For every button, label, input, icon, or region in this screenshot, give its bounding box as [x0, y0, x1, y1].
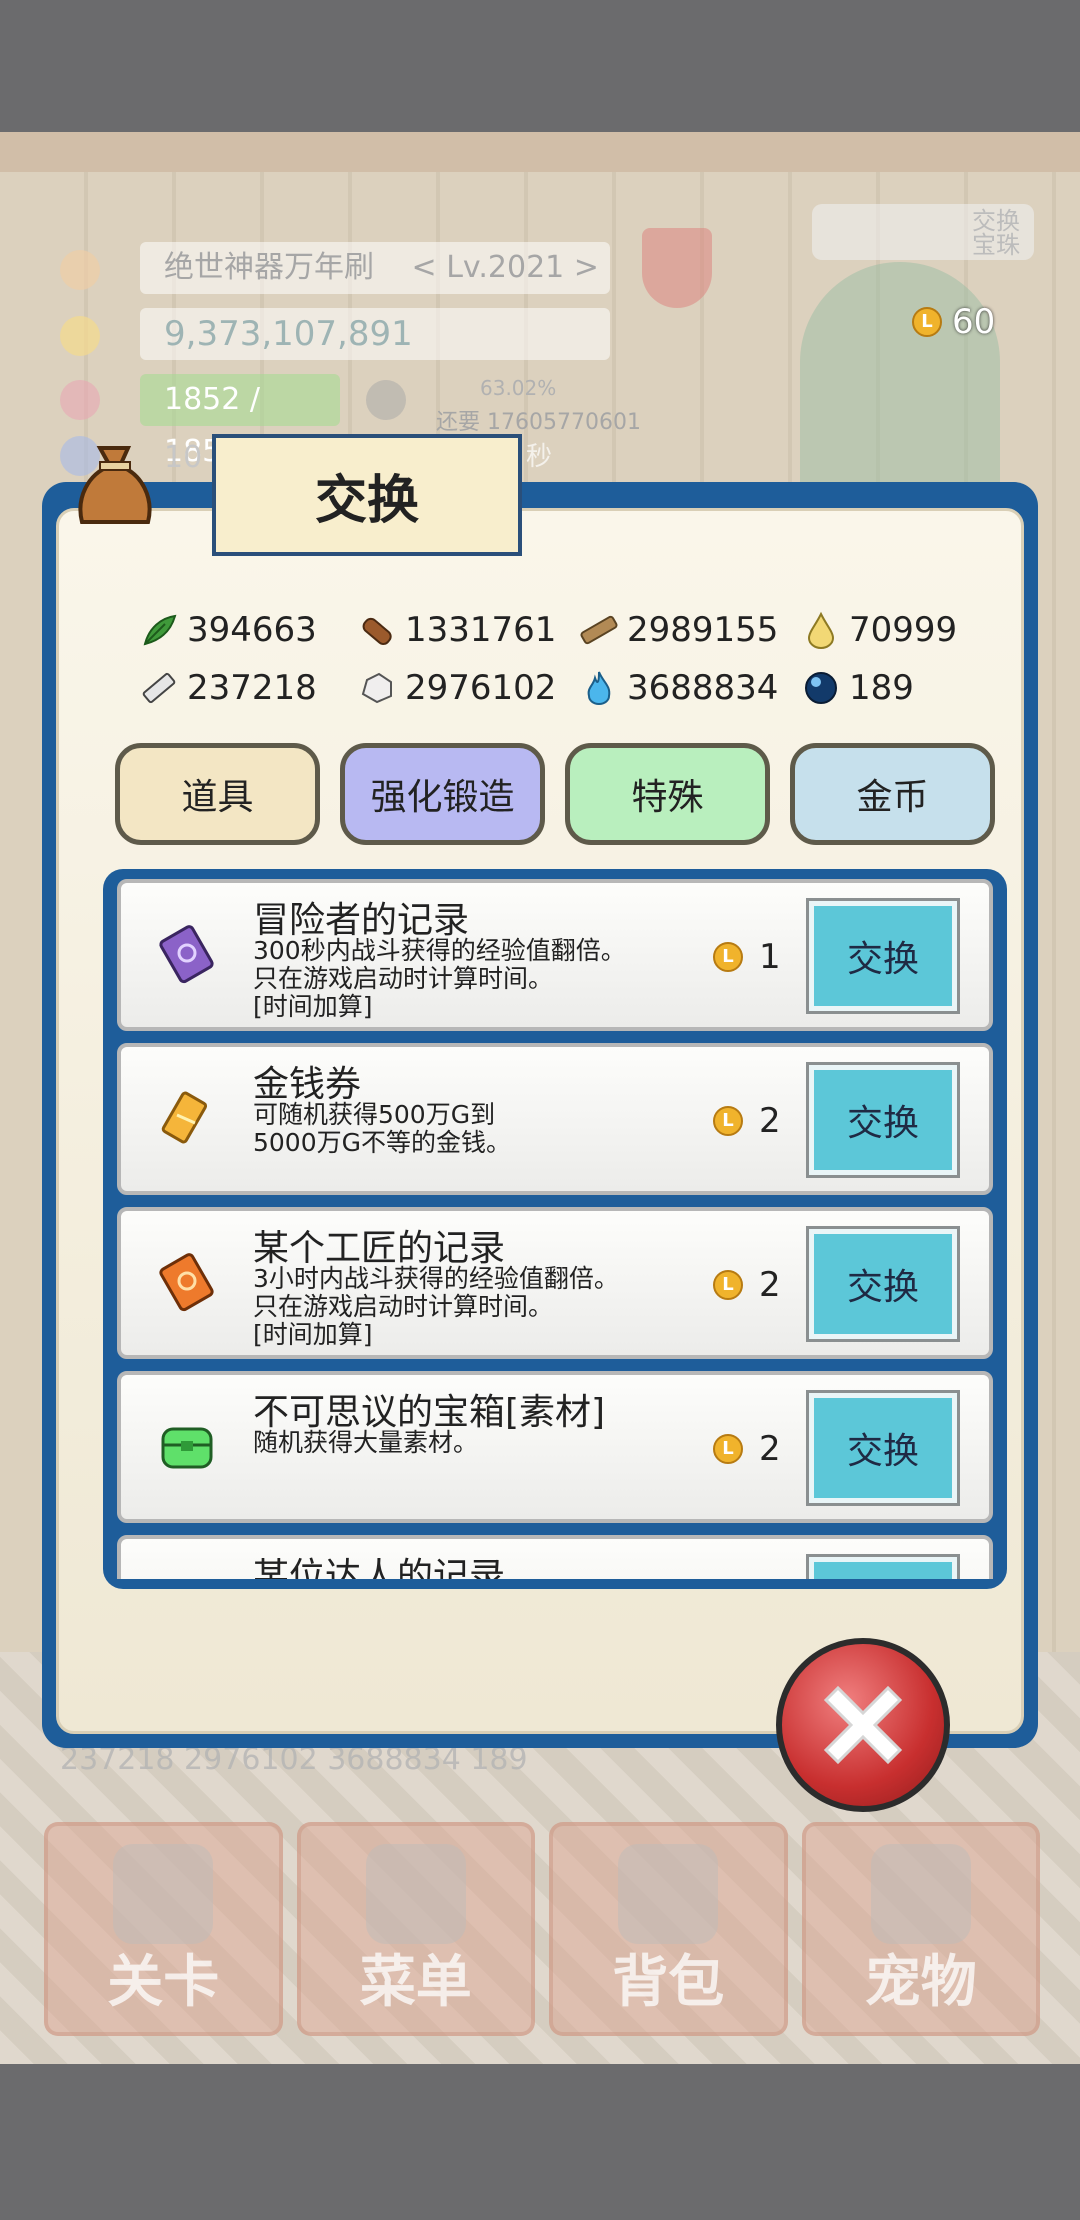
- price-value: 2: [759, 1101, 781, 1141]
- coin-icon: L: [713, 1106, 743, 1136]
- dialog-title: 交换: [212, 434, 522, 556]
- blue-flame-icon: [587, 671, 611, 705]
- tab-forge-label: 强化锻造: [370, 777, 515, 818]
- coin-icon: L: [912, 307, 942, 337]
- price-value: 1: [759, 937, 781, 977]
- orange-book-icon: [159, 1253, 214, 1312]
- coin-count: 60: [952, 302, 996, 342]
- list-item: 金钱券 可随机获得500万G到 5000万G不等的金钱。 L2 交换: [117, 1043, 993, 1195]
- list-item: 某位达人的记录: [117, 1535, 993, 1579]
- resource-value: 70999: [849, 610, 958, 650]
- item-price: L1: [713, 937, 781, 977]
- exchange-tabs: 道具 强化锻造 特殊 金币: [115, 743, 995, 845]
- resource-value: 1331761: [405, 610, 557, 650]
- tab-items[interactable]: 道具: [115, 743, 320, 845]
- exchange-button-label: 交换: [846, 1431, 919, 1472]
- item-description: 随机获得大量素材。: [253, 1428, 479, 1457]
- iron-ingot-icon: [142, 672, 176, 704]
- price-value: 2: [759, 1429, 781, 1469]
- coin-counter: L 60: [912, 300, 995, 344]
- tab-gold[interactable]: 金币: [790, 743, 995, 845]
- purple-book-icon: [159, 925, 214, 984]
- dialog-title-text: 交换: [314, 470, 419, 531]
- list-item: 某个工匠的记录 3小时内战斗获得的经验值翻倍。 只在游戏启动时计算时间。 [时间…: [117, 1207, 993, 1359]
- resource-iron: 237218: [139, 668, 357, 708]
- exchange-button[interactable]: 交换: [806, 1390, 960, 1506]
- resource-value: 394663: [187, 610, 317, 650]
- resource-value: 189: [849, 668, 914, 708]
- resource-grid: 394663 1331761 2989155 70999 237218 2976…: [139, 601, 999, 717]
- exchange-button-label: 交换: [846, 1267, 919, 1308]
- green-chest-icon: [161, 1427, 213, 1469]
- navigation-bar-area: [0, 2064, 1080, 2220]
- item-title: 某位达人的记录: [253, 1556, 506, 1579]
- exchange-button[interactable]: 交换: [806, 1226, 960, 1342]
- oil-drop-icon: [807, 611, 835, 649]
- tab-gold-label: 金币: [856, 777, 929, 818]
- resource-value: 3688834: [627, 668, 779, 708]
- resource-stone: 2976102: [357, 668, 579, 708]
- resource-value: 2976102: [405, 668, 557, 708]
- item-description: 300秒内战斗获得的经验值翻倍。 只在游戏启动时计算时间。 [时间加算]: [253, 936, 626, 1021]
- item-description: 3小时内战斗获得的经验值翻倍。 只在游戏启动时计算时间。 [时间加算]: [253, 1264, 619, 1349]
- dialog-body: 394663 1331761 2989155 70999 237218 2976…: [56, 508, 1024, 1734]
- gold-ticket-icon: [161, 1091, 208, 1144]
- stone-icon: [361, 672, 392, 704]
- resource-leaf: 394663: [139, 610, 357, 650]
- item-price: L2: [713, 1429, 781, 1469]
- resource-flame: 3688834: [579, 668, 801, 708]
- list-item: 不可思议的宝箱[素材] 随机获得大量素材。 L2 交换: [117, 1371, 993, 1523]
- exchange-button-label: 交换: [846, 939, 919, 980]
- price-value: 2: [759, 1265, 781, 1305]
- close-icon: [823, 1685, 903, 1765]
- status-bar-area: [0, 0, 1080, 132]
- coin-icon: L: [713, 1434, 743, 1464]
- exchange-list-frame: 冒险者的记录 300秒内战斗获得的经验值翻倍。 只在游戏启动时计算时间。 [时间…: [103, 869, 1007, 1589]
- exchange-button[interactable]: 交换: [806, 898, 960, 1014]
- coin-icon: L: [713, 942, 743, 972]
- tab-special-label: 特殊: [631, 777, 704, 818]
- exchange-button[interactable]: [806, 1554, 960, 1579]
- resource-value: 2989155: [627, 610, 779, 650]
- bag-icon: [78, 446, 152, 524]
- resource-oil: 70999: [801, 610, 957, 650]
- tab-forge[interactable]: 强化锻造: [340, 743, 545, 845]
- list-item: 冒险者的记录 300秒内战斗获得的经验值翻倍。 只在游戏启动时计算时间。 [时间…: [117, 879, 993, 1031]
- exchange-list[interactable]: 冒险者的记录 300秒内战斗获得的经验值翻倍。 只在游戏启动时计算时间。 [时间…: [117, 879, 993, 1579]
- close-button[interactable]: [776, 1638, 950, 1812]
- dark-orb-icon: [805, 672, 837, 704]
- resource-plank: 2989155: [579, 610, 801, 650]
- item-description: 可随机获得500万G到 5000万G不等的金钱。: [253, 1100, 511, 1157]
- resource-value: 237218: [187, 668, 317, 708]
- tab-special[interactable]: 特殊: [565, 743, 770, 845]
- leaf-icon: [143, 614, 177, 646]
- item-price: L2: [713, 1265, 781, 1305]
- plank-icon: [580, 615, 618, 645]
- exchange-button[interactable]: 交换: [806, 1062, 960, 1178]
- coin-icon: L: [713, 1270, 743, 1300]
- resource-orb: 189: [801, 668, 914, 708]
- item-price: L2: [713, 1101, 781, 1141]
- log-icon: [362, 617, 392, 645]
- resource-log: 1331761: [357, 610, 579, 650]
- tab-items-label: 道具: [181, 777, 254, 818]
- exchange-button-label: 交换: [846, 1103, 919, 1144]
- exchange-dialog: 394663 1331761 2989155 70999 237218 2976…: [42, 434, 1038, 1748]
